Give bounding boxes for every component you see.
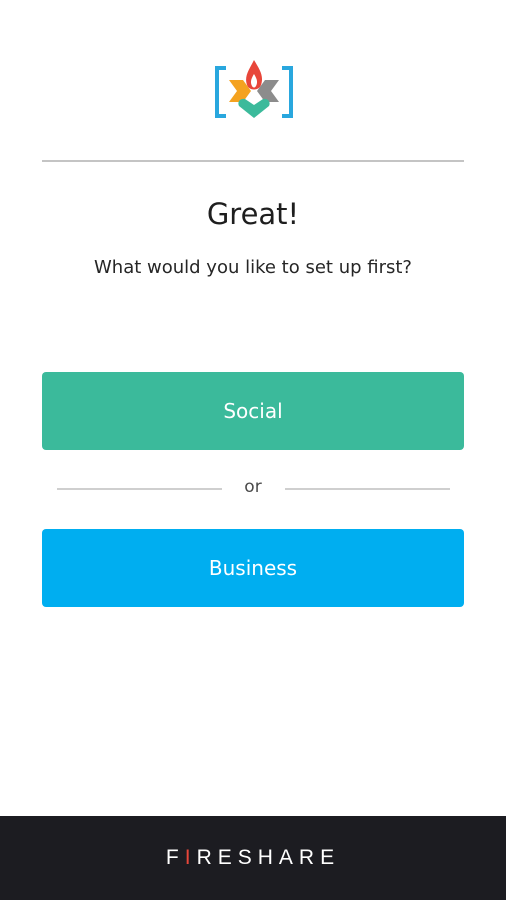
page-subtitle: What would you like to set up first? <box>94 257 412 278</box>
social-button[interactable]: Social <box>42 372 464 450</box>
or-divider-right-line <box>285 488 450 490</box>
or-divider-left-line <box>57 488 222 490</box>
header-divider <box>42 160 464 162</box>
brand-accent-letter: I <box>184 846 197 869</box>
brand-prefix: F <box>165 846 185 869</box>
fireshare-logo-icon <box>215 60 293 118</box>
brand-suffix: RESHARE <box>196 846 341 869</box>
or-divider-label: or <box>244 477 262 497</box>
footer-bar: FIRESHARE <box>0 816 506 900</box>
page-title: Great! <box>206 197 300 231</box>
brand-wordmark: FIRESHARE <box>0 845 506 871</box>
business-button[interactable]: Business <box>42 529 464 607</box>
